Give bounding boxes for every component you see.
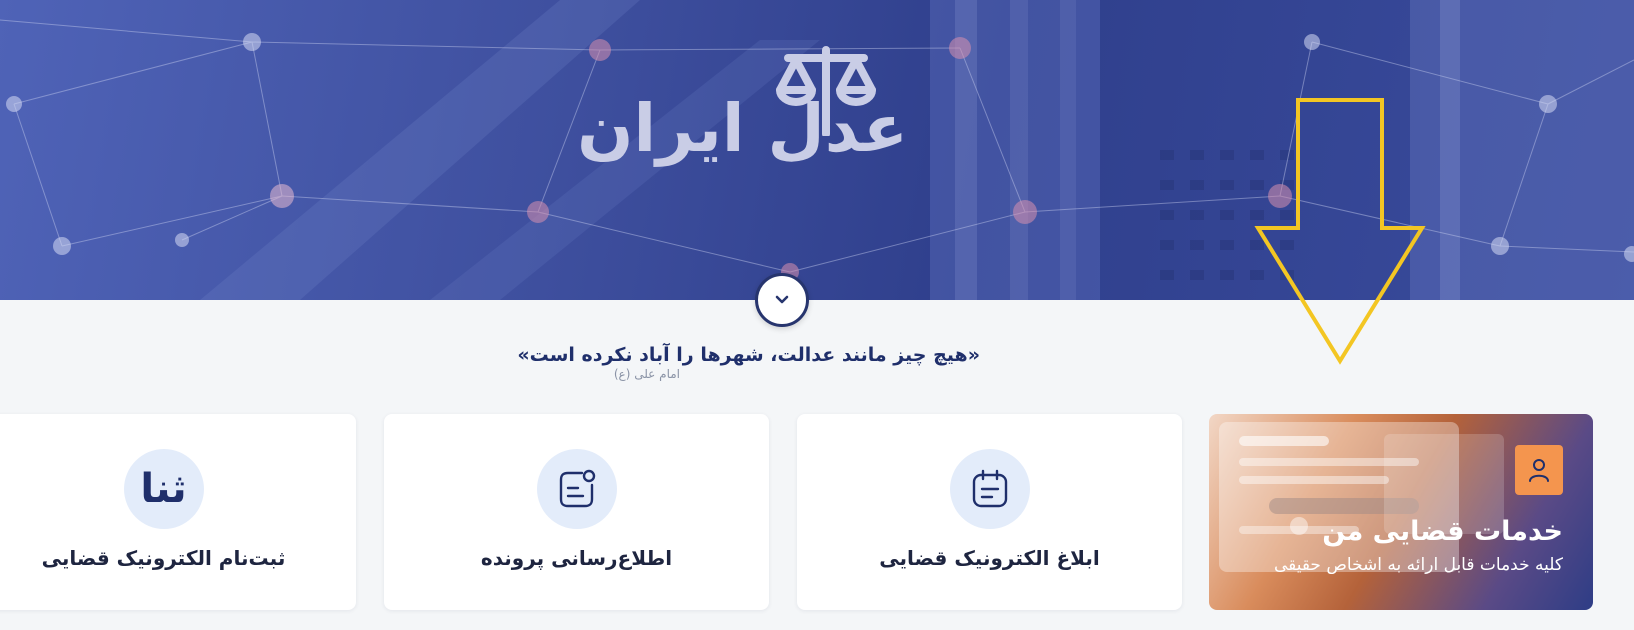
notification-note-icon xyxy=(559,469,595,508)
card-case-notification[interactable]: اطلاع‌رسانی پرونده xyxy=(384,414,769,610)
card-electronic-registration[interactable]: ثنا ثبت‌نام الکترونیک قضایی xyxy=(0,414,356,610)
card-title: ابلاغ الکترونیک قضایی xyxy=(879,546,1100,570)
feature-card-subtitle: کلیه خدمات قابل ارائه به اشخاص حقیقی xyxy=(1273,555,1563,575)
sana-logo-icon: ثنا xyxy=(140,466,187,512)
quote-author: امام علی (ع) xyxy=(613,367,680,381)
scroll-down-button[interactable] xyxy=(755,273,809,327)
dashboard-preview-illustration xyxy=(1219,422,1504,572)
chevron-down-icon xyxy=(775,295,789,304)
calendar-icon xyxy=(972,469,1007,508)
feature-card-title: خدمات قضایی من xyxy=(1322,516,1563,547)
user-icon xyxy=(1529,459,1549,482)
card-electronic-notification[interactable]: ابلاغ الکترونیک قضایی xyxy=(797,414,1182,610)
user-badge xyxy=(1515,445,1563,495)
card-icon-circle: ثنا xyxy=(123,449,204,529)
brand-name: عدل ایران xyxy=(577,90,908,167)
card-icon-circle xyxy=(949,449,1030,529)
card-title: اطلاع‌رسانی پرونده xyxy=(480,546,673,570)
page: عدل ایران «هیچ چیز مانند عدالت، شهرها را… xyxy=(0,0,1634,630)
quote-text: «هیچ چیز مانند عدالت، شهرها را آباد نکرد… xyxy=(517,344,980,366)
arrow-down-annotation-icon xyxy=(1254,98,1426,365)
card-icon-circle xyxy=(536,449,617,529)
my-judicial-services-card[interactable]: خدمات قضایی من کلیه خدمات قابل ارائه به … xyxy=(1209,414,1593,610)
site-logo[interactable]: عدل ایران xyxy=(577,44,918,174)
card-title: ثبت‌نام الکترونیک قضایی xyxy=(41,546,286,570)
